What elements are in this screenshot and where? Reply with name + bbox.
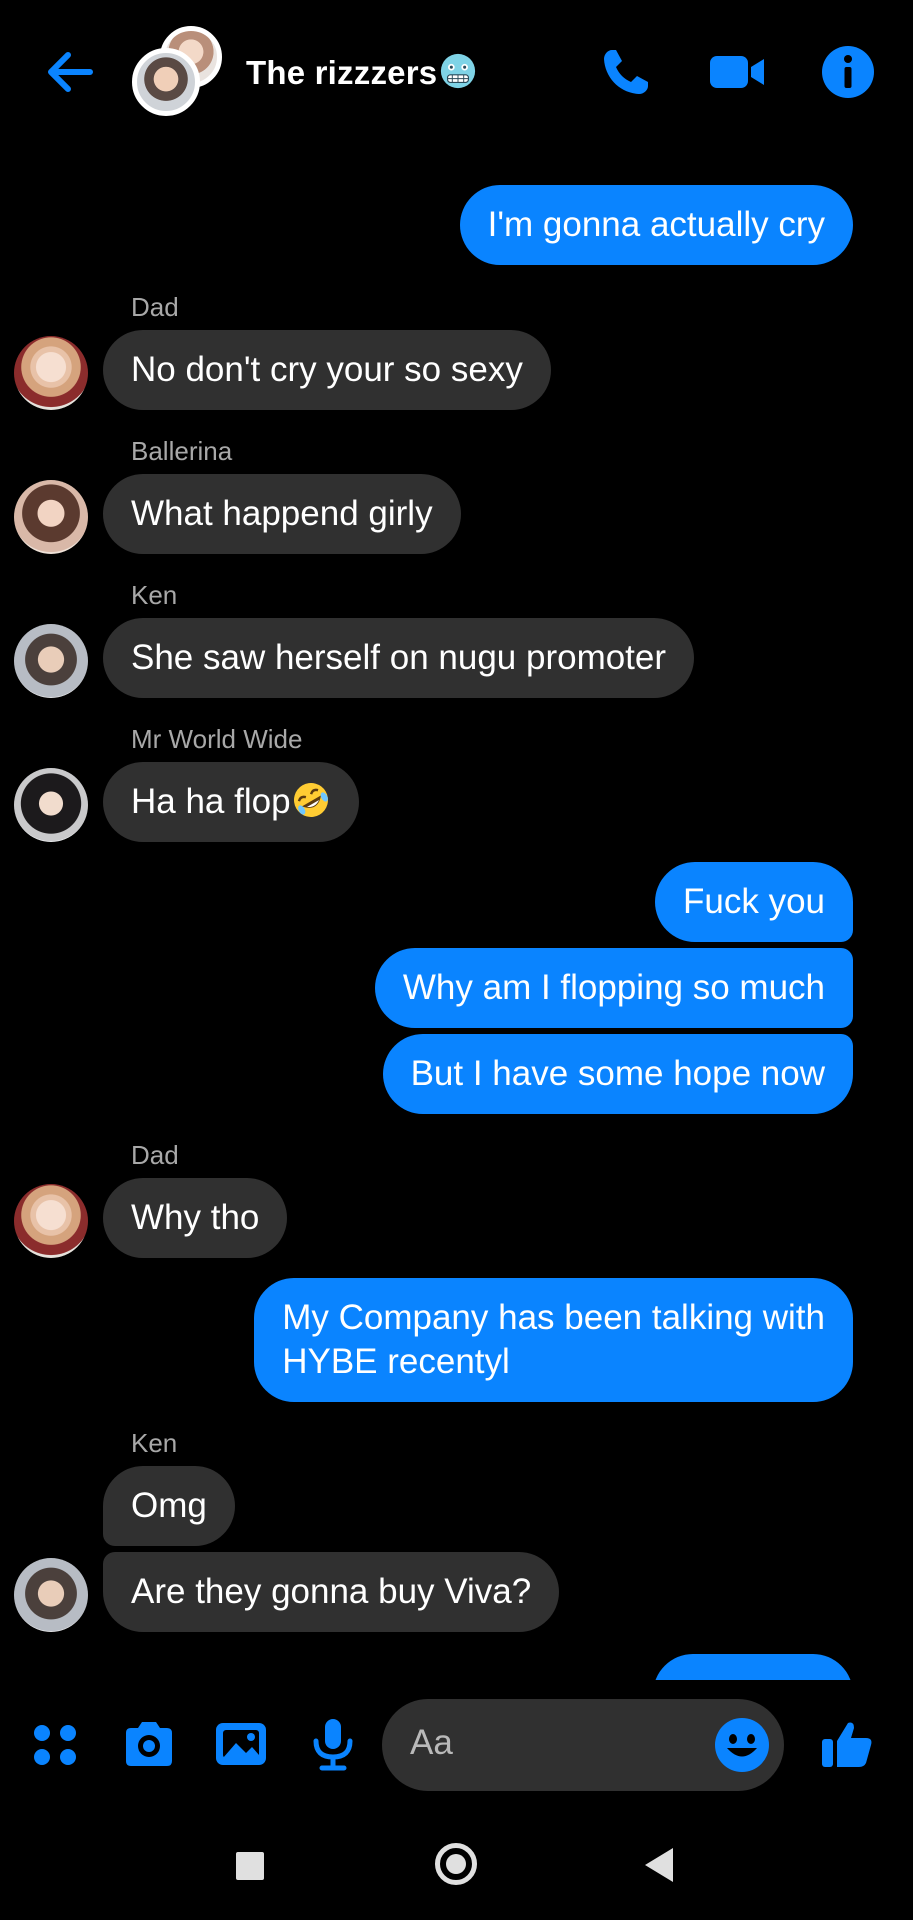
message-bubble-outgoing-partial[interactable] [653,1654,853,1680]
message-bubble-incoming[interactable]: Omg [103,1466,235,1546]
avatar-mr-world-wide[interactable] [14,768,88,842]
message-input[interactable]: Aa [382,1699,784,1791]
message-line: My Company has been talking with [282,1298,825,1337]
message-input-placeholder: Aa [410,1723,453,1762]
home-button[interactable] [435,1843,477,1885]
group-avatar[interactable] [132,26,222,116]
microphone-icon[interactable] [304,1715,362,1773]
chat-header: The rizzzers [0,0,913,140]
avatar-dad[interactable] [14,336,88,410]
camera-icon[interactable] [120,1715,178,1773]
message-bubble-incoming[interactable]: Are they gonna buy Viva? [103,1552,560,1632]
rofl-emoji-icon [293,783,328,817]
apps-grid-icon[interactable] [26,1715,84,1773]
chat-title-text: The rizzzers [246,54,438,91]
message-list[interactable]: I'm gonna actually cry Dad No don't cry … [0,140,913,1680]
chat-title[interactable]: The rizzzers [246,52,477,92]
avatar-dad[interactable] [14,1184,88,1258]
cold-face-emoji-icon [441,53,476,89]
message-text: Ha ha flop [131,782,291,821]
sender-name: Ken [131,1428,178,1458]
gallery-icon[interactable] [212,1715,270,1773]
message-bubble-incoming[interactable]: She saw herself on nugu promoter [103,618,695,698]
avatar-ken[interactable] [14,624,88,698]
message-bubble-outgoing[interactable]: Fuck you [655,862,853,942]
message-bubble-outgoing[interactable]: I'm gonna actually cry [459,185,853,265]
avatar-ballerina[interactable] [14,480,88,554]
message-bubble-incoming[interactable]: Ha ha flop [103,762,359,842]
message-bubble-outgoing[interactable]: But I have some hope now [382,1034,853,1114]
message-bubble-outgoing[interactable]: My Company has been talking with HYBE re… [254,1278,853,1402]
recents-button[interactable] [236,1852,264,1880]
avatar-ken[interactable] [14,1558,88,1632]
back-button[interactable] [645,1848,673,1882]
message-bubble-incoming[interactable]: No don't cry your so sexy [103,330,551,410]
video-camera-icon[interactable] [708,42,768,102]
thumbs-up-icon[interactable] [818,1715,876,1773]
message-bubble-incoming[interactable]: Why tho [103,1178,288,1258]
phone-icon[interactable] [596,42,656,102]
message-bubble-outgoing[interactable]: Why am I flopping so much [374,948,853,1028]
sender-name: Ken [131,580,178,610]
message-bubble-incoming[interactable]: What happend girly [103,474,461,554]
emoji-icon[interactable] [712,1715,772,1775]
info-icon[interactable] [818,42,878,102]
sender-name: Ballerina [131,436,233,466]
sender-name: Dad [131,1140,179,1170]
back-arrow-icon[interactable] [40,42,100,102]
member-avatar-front [132,48,200,116]
sender-name: Dad [131,292,179,322]
sender-name: Mr World Wide [131,724,303,754]
message-line: HYBE recentyl [282,1342,510,1381]
